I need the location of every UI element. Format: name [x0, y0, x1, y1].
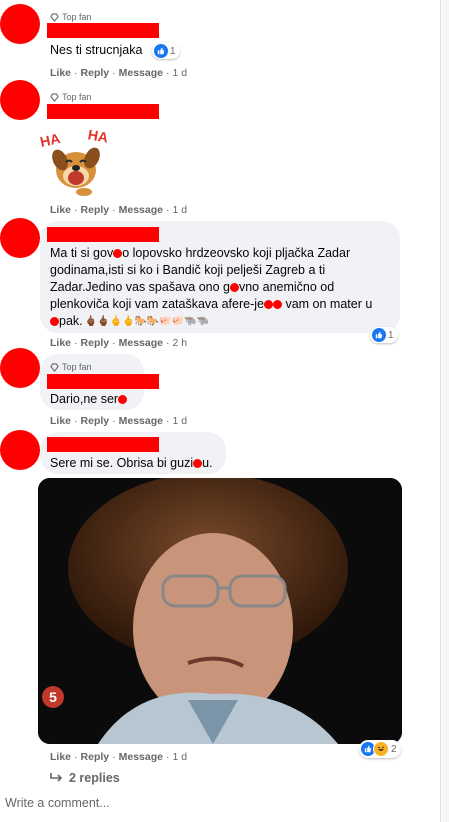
scrollbar[interactable]	[442, 0, 449, 822]
message-link[interactable]: Message	[119, 204, 163, 216]
comment-actions: Like · Reply · Message · 1 d	[50, 204, 188, 216]
comment-last-line: pak.	[50, 313, 83, 330]
comment-text: Nes ti strucnjaka	[50, 43, 143, 57]
redaction-dot	[113, 249, 123, 259]
redaction-dot	[193, 459, 203, 469]
gif-logo: 5	[42, 686, 64, 708]
diamond-icon	[50, 362, 59, 372]
reply-link[interactable]: Reply	[81, 337, 110, 349]
top-fan-badge: Top fan	[50, 92, 92, 102]
redaction-dot	[229, 283, 239, 293]
message-link[interactable]: Message	[119, 67, 163, 79]
top-fan-label: Top fan	[62, 362, 92, 372]
comment-actions: Like · Reply · Message · 1 d	[50, 751, 188, 763]
sticker-text-right: HA	[86, 126, 110, 146]
diamond-icon	[50, 92, 59, 102]
comment-time[interactable]: 2 h	[172, 337, 187, 349]
like-link[interactable]: Like	[50, 67, 71, 79]
message-link[interactable]: Message	[119, 415, 163, 427]
like-link[interactable]: Like	[50, 337, 71, 349]
reaction-count: 1	[388, 329, 394, 341]
redacted-name[interactable]	[47, 227, 159, 242]
redaction-dot	[264, 300, 273, 310]
view-replies-link[interactable]: 2 replies	[50, 771, 120, 785]
reaction-summary[interactable]: 1	[152, 43, 180, 59]
comment-text: Dario,ne ser	[50, 391, 128, 408]
reaction-summary[interactable]: 1	[370, 327, 398, 343]
reply-link[interactable]: Reply	[81, 67, 110, 79]
avatar[interactable]	[0, 218, 40, 258]
redacted-name[interactable]	[47, 437, 159, 452]
like-link[interactable]: Like	[50, 415, 71, 427]
like-reaction-icon	[154, 44, 168, 58]
reaction-summary[interactable]: 2	[359, 740, 401, 758]
redaction-dot	[118, 395, 128, 405]
comment-actions: Like · Reply · Message · 1 d	[50, 67, 188, 79]
panel-border	[440, 0, 441, 822]
comment-text-line: pak. 🖕🏾🖕🏾🖕🖕🐎🐎🐖🐖🐃🐃	[50, 313, 209, 330]
write-comment-input[interactable]: Write a comment...	[5, 796, 110, 810]
comment-actions: Like · Reply · Message · 2 h	[50, 337, 188, 349]
sticker: HA HA	[38, 126, 116, 198]
avatar[interactable]	[0, 80, 40, 120]
reply-link[interactable]: Reply	[81, 204, 110, 216]
comment-time[interactable]: 1 d	[172, 204, 187, 216]
comment-text-line: plenkoviča koji vam zataškava afere-je v…	[50, 297, 373, 311]
top-fan-label: Top fan	[62, 92, 92, 102]
reaction-count: 1	[170, 45, 176, 57]
like-reaction-icon	[372, 328, 386, 342]
comments-panel: Top fan Nes ti strucnjaka 1 Like · Reply · M…	[0, 0, 440, 822]
like-link[interactable]: Like	[50, 751, 71, 763]
reply-link[interactable]: Reply	[81, 415, 110, 427]
comment-time[interactable]: 1 d	[172, 67, 187, 79]
comment-time[interactable]: 1 d	[172, 415, 187, 427]
comment-time[interactable]: 1 d	[172, 751, 187, 763]
reply-arrow-icon	[50, 773, 63, 782]
redacted-name[interactable]	[47, 104, 159, 119]
message-link[interactable]: Message	[119, 337, 163, 349]
reaction-count: 2	[391, 743, 397, 755]
redaction-dot	[50, 317, 59, 327]
comment-text: Sere mi se. Obrisa bi guzi u.	[50, 456, 213, 470]
haha-reaction-icon	[373, 741, 389, 757]
gif-image[interactable]: 5	[38, 478, 402, 744]
redaction-dot	[273, 300, 282, 310]
comment-text-line: godinama,isti si ko i Bandič koji pelješ…	[50, 263, 326, 277]
redacted-name[interactable]	[47, 374, 159, 389]
message-link[interactable]: Message	[119, 751, 163, 763]
replies-count-label: 2 replies	[69, 771, 120, 785]
like-link[interactable]: Like	[50, 204, 71, 216]
emoji-string: 🖕🏾🖕🏾🖕🖕🐎🐎🐖🐖🐃🐃	[84, 316, 210, 327]
comment-text-line: Zadar.Jedino vas spašava ono g vno anemič…	[50, 280, 335, 294]
avatar[interactable]	[0, 430, 40, 470]
comment-text-line: Ma ti si gov o lopovsko hrdzeovsko koji p…	[50, 246, 351, 260]
comment-actions: Like · Reply · Message · 1 d	[50, 415, 188, 427]
top-fan-badge: Top fan	[50, 362, 92, 372]
avatar[interactable]	[0, 4, 40, 44]
reply-link[interactable]: Reply	[81, 751, 110, 763]
avatar[interactable]	[0, 348, 40, 388]
